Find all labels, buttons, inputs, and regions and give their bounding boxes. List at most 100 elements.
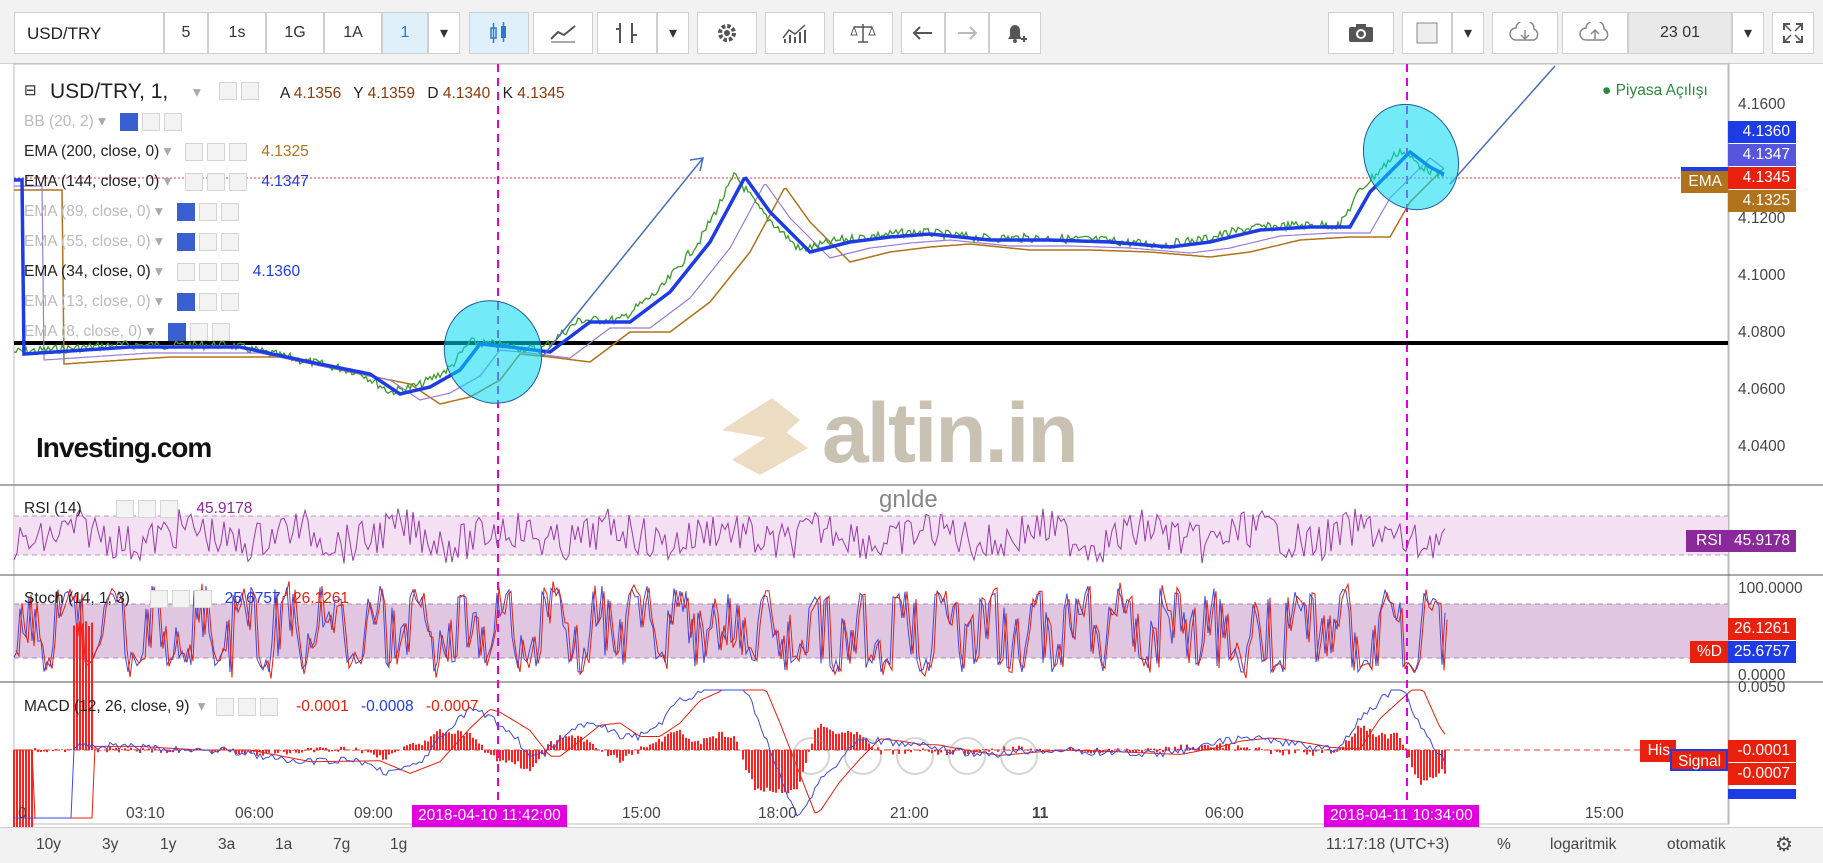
indicator-legend-row[interactable]: EMA (8, close, 0) ▾ xyxy=(24,322,231,341)
macd-hist-value: -0.0001 xyxy=(296,698,349,715)
indicator-legend-row[interactable]: EMA (34, close, 0) ▾ 4.1360 xyxy=(24,262,300,281)
time-axis-label: 15:00 xyxy=(1585,805,1624,822)
indicator-menu-chevron-icon[interactable]: ▾ xyxy=(151,293,163,310)
remove-indicator-icon[interactable] xyxy=(220,292,239,311)
title-dropdown-chevron-icon[interactable]: ▾ xyxy=(193,83,201,102)
stoch-axis-top: 100.0000 xyxy=(1738,580,1803,597)
price-axis-label: 4.1200 xyxy=(1738,210,1786,227)
remove-indicator-icon[interactable] xyxy=(220,262,239,281)
time-axis-label: 06:00 xyxy=(1205,805,1244,822)
bottom-toolbar: 10y 3y 1y 3a 1a 7g 1g 11:17:18 (UTC+3) %… xyxy=(0,827,1823,863)
indicator-value: 4.1360 xyxy=(252,263,301,280)
highlight-ellipse-2 xyxy=(1362,103,1460,211)
auto-scale-button[interactable]: otomatik xyxy=(1667,836,1726,854)
remove-indicator-icon[interactable] xyxy=(220,232,239,251)
remove-indicator-icon[interactable] xyxy=(220,202,239,221)
rsi-legend-value: 45.9178 xyxy=(196,500,253,518)
indicator-label: EMA (89, close, 0) xyxy=(24,203,151,220)
time-axis-label: 21:00 xyxy=(890,805,929,822)
remove-indicator-icon[interactable] xyxy=(229,172,248,191)
symbol-title: USD/TRY, 1, xyxy=(50,80,169,103)
trend-arrow-2 xyxy=(1449,65,1556,185)
price-axis-label: 4.1000 xyxy=(1738,267,1786,284)
indicator-menu-chevron-icon[interactable]: ▾ xyxy=(94,113,106,130)
indicator-label: EMA (34, close, 0) xyxy=(24,263,151,280)
macd-line-value: -0.0008 xyxy=(361,698,414,715)
indicator-legend-row[interactable]: EMA (13, close, 0) ▾ xyxy=(24,292,239,311)
indicator-settings-icon[interactable] xyxy=(207,142,226,161)
stoch-legend: Stoch (14, 1, 3) 25.6757 26.1261 xyxy=(24,590,349,608)
indicator-legend-row[interactable]: EMA (144, close, 0) ▾ 4.1347 xyxy=(24,172,309,191)
rsi-value-tag: 45.9178 xyxy=(1728,530,1796,552)
visibility-eye-icon[interactable] xyxy=(185,172,204,191)
time-axis-label: 18:00 xyxy=(758,805,797,822)
time-axis-label: 03:10 xyxy=(126,805,165,822)
visibility-eye-icon[interactable] xyxy=(185,142,204,161)
stoch-d-series-tag: %D xyxy=(1690,641,1728,663)
visibility-eye-icon[interactable] xyxy=(176,292,195,311)
range-3y-button[interactable]: 3y xyxy=(102,836,118,854)
indicator-settings-icon[interactable] xyxy=(141,112,160,131)
indicator-settings-icon[interactable] xyxy=(198,262,217,281)
range-1g-button[interactable]: 1g xyxy=(390,836,407,854)
indicator-menu-chevron-icon[interactable]: ▾ xyxy=(151,263,163,280)
time-axis-label: 11 xyxy=(1032,805,1049,822)
visibility-eye-icon[interactable] xyxy=(176,262,195,281)
range-1a-button[interactable]: 1a xyxy=(275,836,292,854)
indicator-label: BB (20, 2) xyxy=(24,113,94,130)
indicator-menu-chevron-icon[interactable]: ▾ xyxy=(151,233,163,250)
indicator-settings-icon[interactable] xyxy=(198,202,217,221)
visibility-eye-icon[interactable] xyxy=(119,112,138,131)
log-scale-button[interactable]: logaritmik xyxy=(1550,836,1616,854)
remove-indicator-icon[interactable] xyxy=(229,142,248,161)
indicator-legend-row[interactable]: BB (20, 2) ▾ xyxy=(24,112,182,131)
remove-indicator-icon[interactable] xyxy=(212,322,231,341)
visibility-eye-icon[interactable] xyxy=(176,202,195,221)
indicator-settings-icon[interactable] xyxy=(198,232,217,251)
ema144-price-tag: 4.1347 xyxy=(1728,144,1796,166)
indicator-menu-chevron-icon[interactable]: ▾ xyxy=(142,323,154,340)
percent-scale-button[interactable]: % xyxy=(1497,836,1511,854)
range-1y-button[interactable]: 1y xyxy=(160,836,176,854)
market-status: ● Piyasa Açılışı xyxy=(1602,82,1708,99)
crosshair-time-label-1: 2018-04-10 11:42:00 xyxy=(412,805,567,827)
macd-line-value-tag xyxy=(1728,789,1796,799)
trend-arrow-1 xyxy=(542,157,704,357)
collapse-toggle-icon[interactable]: ⊟ xyxy=(24,81,37,99)
range-3a-button[interactable]: 3a xyxy=(218,836,235,854)
chart-settings-gear-icon[interactable]: ⚙ xyxy=(1775,832,1793,857)
indicator-label: EMA (13, close, 0) xyxy=(24,293,151,310)
macd-signal-value: -0.0007 xyxy=(425,698,479,715)
range-10y-button[interactable]: 10y xyxy=(36,836,61,854)
macd-legend: MACD (12, 26, close, 9) ▾ -0.0001 -0.000… xyxy=(24,697,479,716)
ema-series-label-tag: EMA xyxy=(1681,167,1728,193)
indicator-menu-chevron-icon[interactable]: ▾ xyxy=(151,203,163,220)
rsi-legend: RSI (14) 45.9178 xyxy=(24,500,252,518)
indicator-menu-chevron-icon[interactable]: ▾ xyxy=(159,143,172,160)
indicator-settings-icon[interactable] xyxy=(198,292,217,311)
title-controls[interactable] xyxy=(215,82,259,100)
range-7g-button[interactable]: 7g xyxy=(333,836,350,854)
stoch-d-value: 26.1261 xyxy=(292,590,349,608)
indicator-menu-chevron-icon[interactable]: ▾ xyxy=(159,173,172,190)
indicator-legend-row[interactable]: EMA (89, close, 0) ▾ xyxy=(24,202,239,221)
indicator-settings-icon[interactable] xyxy=(190,322,209,341)
indicator-legend-row[interactable]: EMA (200, close, 0) ▾ 4.1325 xyxy=(24,142,309,161)
stoch-k-value: 25.6757 xyxy=(224,590,281,608)
ohlc-readout: A 4.1356 Y 4.1359 D 4.1340 K 4.1345 xyxy=(280,85,565,102)
price-axis-label: 4.0600 xyxy=(1738,381,1786,398)
price-axis-label: 4.0800 xyxy=(1738,324,1786,341)
visibility-eye-icon[interactable] xyxy=(176,232,195,251)
price-axis-label: 4.0400 xyxy=(1738,438,1786,455)
indicator-label: EMA (8, close, 0) xyxy=(24,323,143,340)
remove-indicator-icon[interactable] xyxy=(163,112,182,131)
indicator-settings-icon[interactable] xyxy=(207,172,226,191)
macd-axis-top: 0.0050 xyxy=(1738,679,1786,696)
time-axis-label: 15:00 xyxy=(622,805,661,822)
visibility-eye-icon[interactable] xyxy=(168,322,187,341)
macd-hist-value-tag: -0.0001 xyxy=(1728,740,1796,762)
watermark-subtext: gnlde xyxy=(875,486,942,514)
indicator-legend-row[interactable]: EMA (55, close, 0) ▾ xyxy=(24,232,239,251)
ema200-price-tag: 4.1325 xyxy=(1728,190,1796,212)
stoch-d-value-tag: 26.1261 xyxy=(1728,618,1796,640)
